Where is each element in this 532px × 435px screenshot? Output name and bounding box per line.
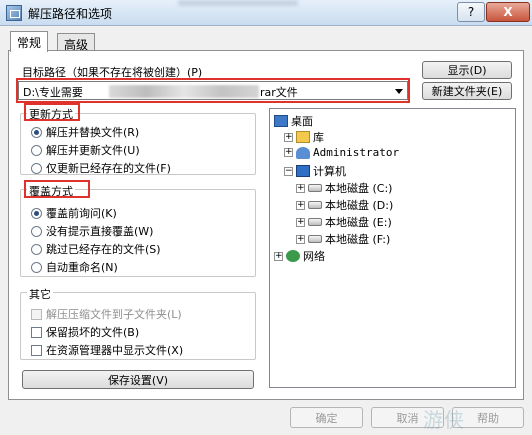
tree-item-label: 网络 bbox=[303, 250, 325, 263]
desktop-icon bbox=[274, 115, 288, 127]
expand-icon[interactable]: + bbox=[296, 234, 305, 244]
checkbox-keep-broken-files[interactable]: 保留损坏的文件(B) bbox=[31, 324, 139, 340]
tree-item-label: Administrator bbox=[313, 146, 400, 159]
tree-item-network[interactable]: + 网络 bbox=[274, 248, 325, 264]
tree-item-desktop[interactable]: 桌面 bbox=[274, 113, 313, 129]
tree-item-label: 计算机 bbox=[313, 165, 346, 178]
tree-item-drive-c[interactable]: + 本地磁盘 (C:) bbox=[296, 180, 392, 196]
drive-icon bbox=[308, 235, 322, 243]
checkbox[interactable] bbox=[31, 326, 42, 338]
new-folder-button[interactable]: 新建文件夹(E) bbox=[422, 82, 512, 100]
checkbox bbox=[31, 308, 42, 320]
tree-item-label: 本地磁盘 (D:) bbox=[325, 199, 394, 212]
tree-item-drive-f[interactable]: + 本地磁盘 (F:) bbox=[296, 231, 390, 247]
radio-overwrite-without-prompt[interactable]: 没有提示直接覆盖(W) bbox=[31, 223, 153, 239]
update-mode-label: 更新方式 bbox=[27, 106, 75, 122]
ok-button[interactable]: 确定 bbox=[290, 407, 363, 428]
tree-item-label: 本地磁盘 (E:) bbox=[325, 216, 392, 229]
radio-label: 没有提示直接覆盖(W) bbox=[46, 225, 154, 238]
checkbox-label: 解压压缩文件到子文件夹(L) bbox=[46, 308, 182, 321]
radio-button[interactable] bbox=[31, 225, 42, 237]
path-prefix: D:\专业需要 bbox=[23, 86, 83, 99]
expand-icon[interactable]: + bbox=[296, 217, 305, 227]
tree-item-label: 库 bbox=[313, 131, 324, 144]
expand-icon[interactable]: + bbox=[274, 251, 283, 261]
tree-item-drive-d[interactable]: + 本地磁盘 (D:) bbox=[296, 197, 393, 213]
radio-label: 覆盖前询问(K) bbox=[46, 207, 117, 220]
show-button[interactable]: 显示(D) bbox=[422, 61, 512, 79]
drive-icon bbox=[308, 218, 322, 226]
radio-ask-before-overwrite[interactable]: 覆盖前询问(K) bbox=[31, 205, 117, 221]
destination-path-combo[interactable]: D:\专业需要 rar文件 bbox=[18, 81, 408, 100]
library-icon bbox=[296, 131, 310, 143]
tree-item-label: 本地磁盘 (C:) bbox=[325, 182, 393, 195]
expand-icon[interactable]: + bbox=[284, 148, 293, 157]
checkbox-label: 保留损坏的文件(B) bbox=[46, 326, 140, 339]
user-folder-icon bbox=[296, 146, 310, 159]
radio-auto-rename[interactable]: 自动重命名(N) bbox=[31, 259, 118, 275]
radio-skip-existing[interactable]: 跳过已经存在的文件(S) bbox=[31, 241, 161, 257]
checkbox-label: 在资源管理器中显示文件(X) bbox=[46, 344, 184, 357]
destination-path-label: 目标路径（如果不存在将被创建）(P) bbox=[22, 66, 203, 79]
radio-label: 仅更新已经存在的文件(F) bbox=[46, 162, 171, 175]
radio-label: 自动重命名(N) bbox=[46, 261, 118, 274]
overwrite-mode-label: 覆盖方式 bbox=[27, 183, 75, 199]
drive-icon bbox=[308, 184, 322, 192]
expand-icon[interactable]: + bbox=[296, 183, 305, 193]
radio-update-existing[interactable]: 仅更新已经存在的文件(F) bbox=[31, 160, 171, 176]
checkbox[interactable] bbox=[31, 344, 42, 356]
computer-icon bbox=[296, 165, 310, 177]
expand-icon[interactable]: + bbox=[284, 132, 293, 142]
tree-item-library[interactable]: + 库 bbox=[284, 129, 324, 145]
tree-item-administrator[interactable]: + Administrator bbox=[284, 146, 399, 159]
expand-icon[interactable]: + bbox=[296, 200, 305, 210]
path-suffix: rar文件 bbox=[260, 86, 298, 99]
drive-icon bbox=[308, 201, 322, 209]
radio-label: 解压并更新文件(U) bbox=[46, 144, 140, 157]
save-settings-button[interactable]: 保存设置(V) bbox=[22, 370, 254, 389]
radio-button[interactable] bbox=[31, 243, 42, 255]
tree-item-computer[interactable]: − 计算机 bbox=[284, 163, 346, 179]
radio-button-selected[interactable] bbox=[31, 207, 42, 219]
tree-item-label: 本地磁盘 (F:) bbox=[325, 233, 391, 246]
folder-tree[interactable]: 桌面 + 库 + Administrator − 计算机 + 本地磁盘 (C:)… bbox=[269, 108, 516, 388]
network-icon bbox=[286, 250, 300, 262]
radio-label: 跳过已经存在的文件(S) bbox=[46, 243, 161, 256]
chevron-down-icon[interactable] bbox=[395, 89, 403, 94]
tree-item-label: 桌面 bbox=[291, 115, 313, 128]
radio-button[interactable] bbox=[31, 162, 42, 174]
checkbox-extract-to-subfolder: 解压压缩文件到子文件夹(L) bbox=[31, 306, 182, 322]
radio-extract-update[interactable]: 解压并更新文件(U) bbox=[31, 142, 140, 158]
radio-button[interactable] bbox=[31, 144, 42, 156]
blurred-path-segment bbox=[109, 85, 259, 98]
radio-extract-replace[interactable]: 解压并替换文件(R) bbox=[31, 124, 139, 140]
radio-button-selected[interactable] bbox=[31, 126, 42, 138]
radio-button[interactable] bbox=[31, 261, 42, 273]
radio-label: 解压并替换文件(R) bbox=[46, 126, 140, 139]
misc-label: 其它 bbox=[27, 286, 53, 302]
tree-item-drive-e[interactable]: + 本地磁盘 (E:) bbox=[296, 214, 392, 230]
collapse-icon[interactable]: − bbox=[284, 166, 293, 176]
checkbox-show-in-explorer[interactable]: 在资源管理器中显示文件(X) bbox=[31, 342, 183, 358]
watermark: 游侠 bbox=[423, 408, 465, 432]
